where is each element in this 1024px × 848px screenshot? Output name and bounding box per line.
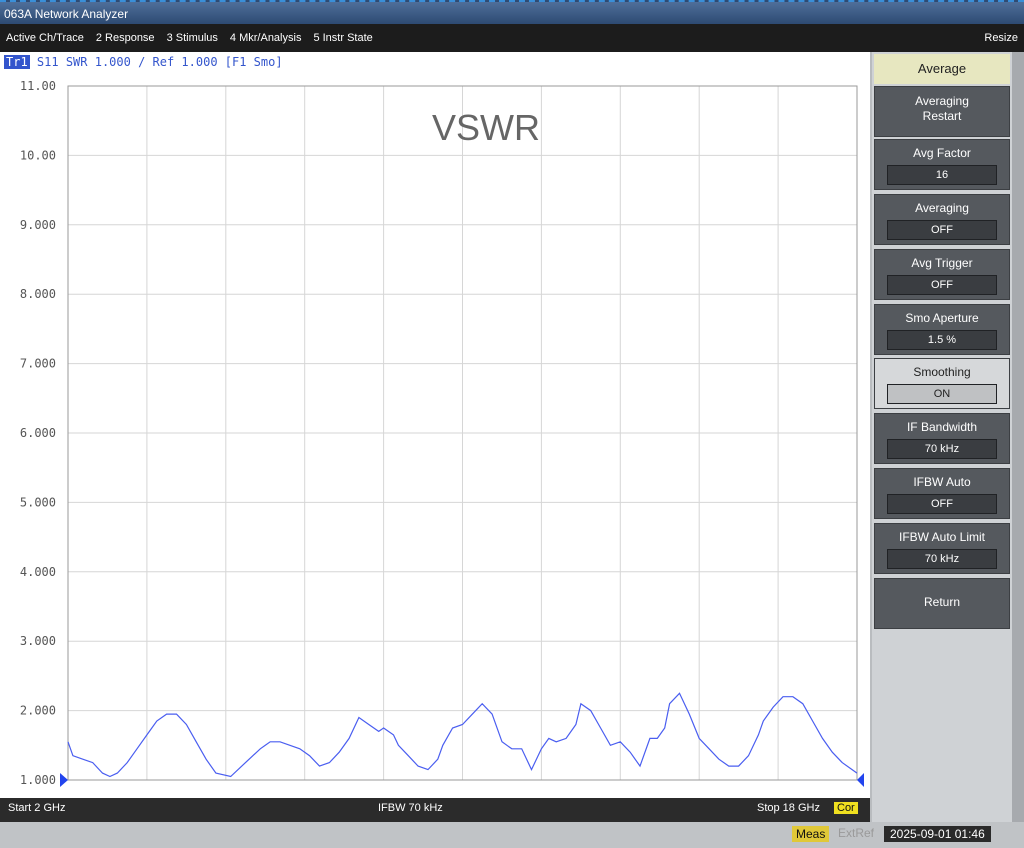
softkey-avg-factor[interactable]: Avg Factor 16 [874, 139, 1010, 190]
softkey-label: Avg Factor [913, 146, 971, 160]
reference-marker-left [60, 773, 68, 787]
start-frequency[interactable]: Start 2 GHz [8, 802, 65, 814]
meas-indicator: Meas [792, 826, 830, 842]
vswr-annotation: VSWR [432, 107, 540, 148]
softkey-label: Smo Aperture [905, 311, 979, 325]
stop-frequency[interactable]: Stop 18 GHz [757, 802, 820, 814]
channel-status-bar: Start 2 GHz IFBW 70 kHz Stop 18 GHz Cor [0, 798, 870, 822]
softkey-value: OFF [887, 275, 997, 295]
panel-edge [1012, 52, 1024, 822]
date-time: 2025-09-01 01:46 [884, 826, 991, 842]
softkey-smo-aperture[interactable]: Smo Aperture 1.5 % [874, 304, 1010, 355]
y-tick-label: 3.000 [20, 634, 56, 648]
softkey-averaging-restart[interactable]: Averaging Restart [874, 86, 1010, 137]
resize-button[interactable]: Resize [978, 32, 1024, 44]
y-tick-label: 7.000 [20, 357, 56, 371]
softkey-value: 1.5 % [887, 330, 997, 350]
softkey-label: Smoothing [913, 365, 971, 379]
softkey-ifbw-auto[interactable]: IFBW Auto OFF [874, 468, 1010, 519]
softkey-label: Averaging [915, 201, 969, 215]
softkey-title: Average [874, 54, 1010, 84]
menu-instr-state[interactable]: 5 Instr State [307, 32, 378, 44]
softkey-label: IFBW Auto [913, 475, 971, 489]
softkey-value: OFF [887, 494, 997, 514]
softkey-return[interactable]: Return [874, 578, 1010, 629]
softkey-value: ON [887, 384, 997, 404]
softkey-value: 70 kHz [887, 549, 997, 569]
chart-area: 1.000 2.000 3.000 4.000 5.000 6.000 7.000 8.000… [0, 52, 870, 798]
softkey-label: Return [923, 595, 961, 609]
y-tick-label: 5.000 [20, 495, 56, 509]
correction-badge: Cor [834, 802, 858, 814]
y-tick-label: 8.000 [20, 287, 56, 301]
y-tick-label: 11.00 [20, 79, 56, 93]
softkey-value: 70 kHz [887, 439, 997, 459]
reference-marker-right [857, 773, 864, 787]
menu-bar: Active Ch/Trace 2 Response 3 Stimulus 4 … [0, 24, 1024, 52]
softkey-averaging[interactable]: Averaging OFF [874, 194, 1010, 245]
trace-info[interactable]: Tr1 S11 SWR 1.000 / Ref 1.000 [F1 Smo] [4, 55, 283, 69]
softkey-value: OFF [887, 220, 997, 240]
window-title: 063A Network Analyzer [4, 7, 129, 21]
softkey-value: 16 [887, 165, 997, 185]
trace-info-text: S11 SWR 1.000 / Ref 1.000 [F1 Smo] [36, 55, 283, 69]
y-tick-label: 10.00 [20, 148, 56, 162]
y-tick-label: 9.000 [20, 218, 56, 232]
menu-stimulus[interactable]: 3 Stimulus [161, 32, 224, 44]
extref-indicator: ExtRef [838, 826, 875, 840]
softkey-panel: Average Averaging Restart Avg Factor 16 … [872, 52, 1012, 822]
y-tick-label: 1.000 [20, 773, 56, 787]
softkey-label: IF Bandwidth [906, 420, 978, 434]
menu-mkr-analysis[interactable]: 4 Mkr/Analysis [224, 32, 308, 44]
menu-active-ch-trace[interactable]: Active Ch/Trace [0, 32, 90, 44]
instrument-status-bar: Meas ExtRef 2025-09-01 01:46 [0, 822, 1024, 848]
softkey-ifbw-auto-limit[interactable]: IFBW Auto Limit 70 kHz [874, 523, 1010, 574]
ifbw-status[interactable]: IFBW 70 kHz [378, 802, 443, 814]
trace-id-badge[interactable]: Tr1 [4, 55, 30, 69]
softkey-label: Averaging Restart [915, 94, 969, 123]
softkey-smoothing[interactable]: Smoothing ON [874, 358, 1010, 409]
y-tick-label: 2.000 [20, 704, 56, 718]
window-title-bar: 063A Network Analyzer [0, 0, 1024, 24]
softkey-label: Avg Trigger [911, 256, 973, 270]
y-tick-label: 4.000 [20, 565, 56, 579]
menu-response[interactable]: 2 Response [90, 32, 161, 44]
softkey-avg-trigger[interactable]: Avg Trigger OFF [874, 249, 1010, 300]
softkey-if-bandwidth[interactable]: IF Bandwidth 70 kHz [874, 413, 1010, 464]
vswr-plot: 1.000 2.000 3.000 4.000 5.000 6.000 7.000 8.000… [20, 79, 864, 787]
softkey-label: IFBW Auto Limit [898, 530, 986, 544]
y-tick-label: 6.000 [20, 426, 56, 440]
